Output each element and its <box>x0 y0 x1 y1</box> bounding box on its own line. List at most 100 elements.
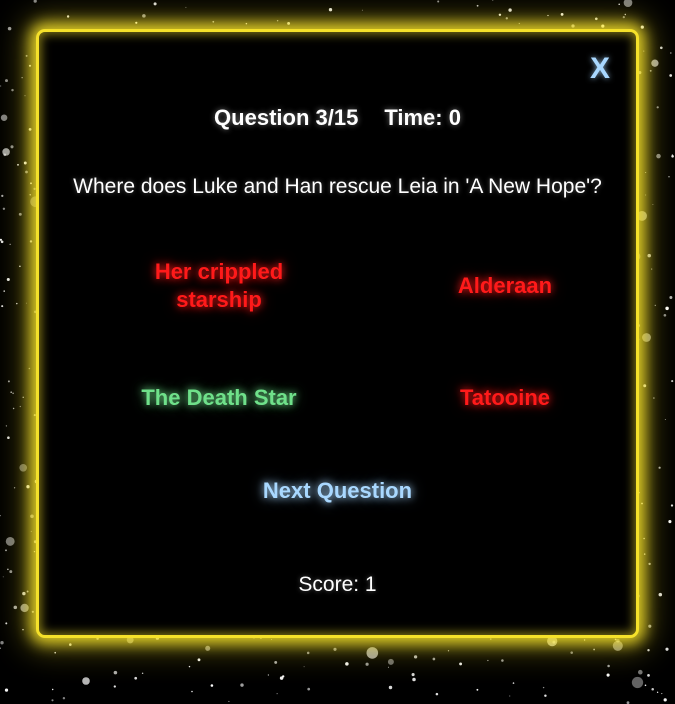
star <box>210 684 214 687</box>
star <box>641 502 643 505</box>
star <box>69 643 72 646</box>
star <box>652 204 654 206</box>
star <box>476 4 479 7</box>
star <box>668 520 672 524</box>
star <box>19 405 21 408</box>
star <box>54 651 56 654</box>
star <box>656 106 659 109</box>
star <box>570 651 573 654</box>
star <box>7 26 12 31</box>
star <box>476 688 479 691</box>
star <box>647 649 650 652</box>
answer-option-tatooine[interactable]: Tatooine <box>405 384 605 412</box>
star <box>30 530 32 532</box>
star <box>601 24 605 28</box>
star <box>228 700 230 702</box>
star <box>651 59 659 67</box>
star <box>651 688 654 691</box>
star <box>25 54 28 57</box>
star <box>498 13 502 17</box>
star <box>645 172 647 173</box>
star <box>212 20 215 23</box>
star <box>654 304 656 307</box>
star <box>622 16 625 19</box>
star <box>583 639 586 641</box>
star <box>3 290 5 292</box>
star <box>2 576 4 578</box>
star <box>411 673 415 677</box>
star <box>437 0 440 3</box>
answer-option-her-crippled-starship[interactable]: Her crippled starship <box>119 258 319 314</box>
star <box>435 692 439 696</box>
star <box>648 562 651 566</box>
star <box>282 675 285 678</box>
star <box>28 64 32 67</box>
star <box>345 662 349 666</box>
star <box>267 674 270 676</box>
star <box>18 212 22 216</box>
star <box>361 9 363 11</box>
game-screen: X Question 3/15 Time: 0 Where does Luke a… <box>0 0 675 704</box>
star <box>33 0 37 3</box>
star <box>153 2 157 6</box>
star <box>387 658 394 665</box>
star <box>670 504 674 507</box>
close-button[interactable]: X <box>590 52 610 86</box>
answer-option-alderaan[interactable]: Alderaan <box>405 272 605 300</box>
star <box>656 153 661 159</box>
star <box>671 155 674 158</box>
star <box>501 659 504 662</box>
star <box>1 305 4 308</box>
star <box>245 22 248 25</box>
star <box>82 677 90 685</box>
star <box>505 17 508 20</box>
star <box>0 85 2 87</box>
star <box>365 662 369 666</box>
star <box>66 15 70 18</box>
star <box>607 664 610 668</box>
star <box>612 640 623 651</box>
star <box>594 17 598 21</box>
star <box>16 302 18 305</box>
star <box>7 568 9 571</box>
star <box>134 676 138 680</box>
star <box>412 677 416 682</box>
star <box>191 690 193 693</box>
star <box>113 670 118 675</box>
star <box>205 645 211 651</box>
star <box>21 77 23 79</box>
star <box>459 662 463 666</box>
star <box>542 686 545 689</box>
star <box>12 392 14 395</box>
star <box>649 69 652 72</box>
next-question-button[interactable]: Next Question <box>39 478 636 504</box>
star <box>142 14 146 18</box>
score-display: Score: 1 <box>298 573 377 596</box>
star <box>518 22 520 25</box>
star <box>197 658 201 662</box>
star <box>0 647 1 649</box>
star <box>643 384 647 388</box>
answer-option-the-death-star[interactable]: The Death Star <box>119 384 319 412</box>
star <box>669 296 673 299</box>
star <box>637 669 643 675</box>
star <box>624 13 627 16</box>
star <box>185 6 187 8</box>
star <box>647 253 651 258</box>
star <box>663 698 667 702</box>
star <box>5 549 7 552</box>
star <box>665 306 669 311</box>
star <box>240 683 244 687</box>
star <box>17 163 19 166</box>
star <box>645 194 647 196</box>
star <box>671 380 674 383</box>
star <box>303 666 305 668</box>
star <box>606 673 610 677</box>
star <box>5 536 15 546</box>
star <box>29 240 33 243</box>
star <box>490 638 492 640</box>
star <box>306 651 310 655</box>
star <box>653 397 655 399</box>
star <box>669 74 673 77</box>
star <box>5 79 8 83</box>
